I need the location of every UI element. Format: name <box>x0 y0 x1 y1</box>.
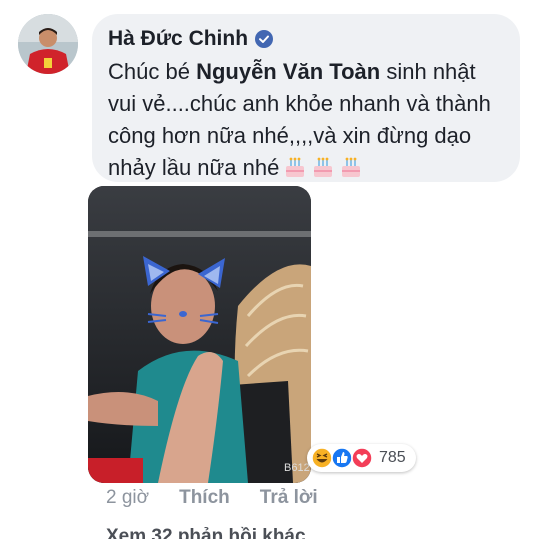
verified-badge-icon <box>255 30 274 48</box>
emoji-group <box>283 155 363 179</box>
comment-text-start: Chúc bé <box>108 59 197 84</box>
like-button[interactable]: Thích <box>179 487 230 509</box>
love-icon <box>351 447 373 469</box>
reactions-summary[interactable]: 785 <box>307 444 416 472</box>
birthday-cake-icon <box>283 155 307 179</box>
avatar[interactable] <box>18 14 78 74</box>
comment-bubble: Hà Đức Chinh Chúc bé Nguyễn Văn Toàn sin… <box>92 14 520 182</box>
birthday-cake-icon <box>311 155 335 179</box>
reply-button[interactable]: Trả lời <box>260 487 318 509</box>
comment-timestamp[interactable]: 2 giờ <box>106 487 149 509</box>
comment-thread: Hà Đức Chinh Chúc bé Nguyễn Văn Toàn sin… <box>0 0 539 539</box>
comment-media[interactable]: B612 <box>88 186 311 483</box>
like-icon <box>331 447 353 469</box>
reaction-count: 785 <box>379 449 406 466</box>
view-more-replies-link[interactable]: Xem 32 phản hồi khác <box>106 526 306 539</box>
comment-author[interactable]: Hà Đức Chinh <box>108 27 248 51</box>
haha-icon <box>311 447 333 469</box>
comment-actions: 2 giờ Thích Trả lời <box>106 487 318 509</box>
mention-link[interactable]: Nguyễn Văn Toàn <box>196 59 380 84</box>
media-watermark: B612 <box>284 462 310 474</box>
comment-text: Chúc bé Nguyễn Văn Toàn sinh nhật vui vẻ… <box>108 56 504 184</box>
birthday-cake-icon <box>339 155 363 179</box>
